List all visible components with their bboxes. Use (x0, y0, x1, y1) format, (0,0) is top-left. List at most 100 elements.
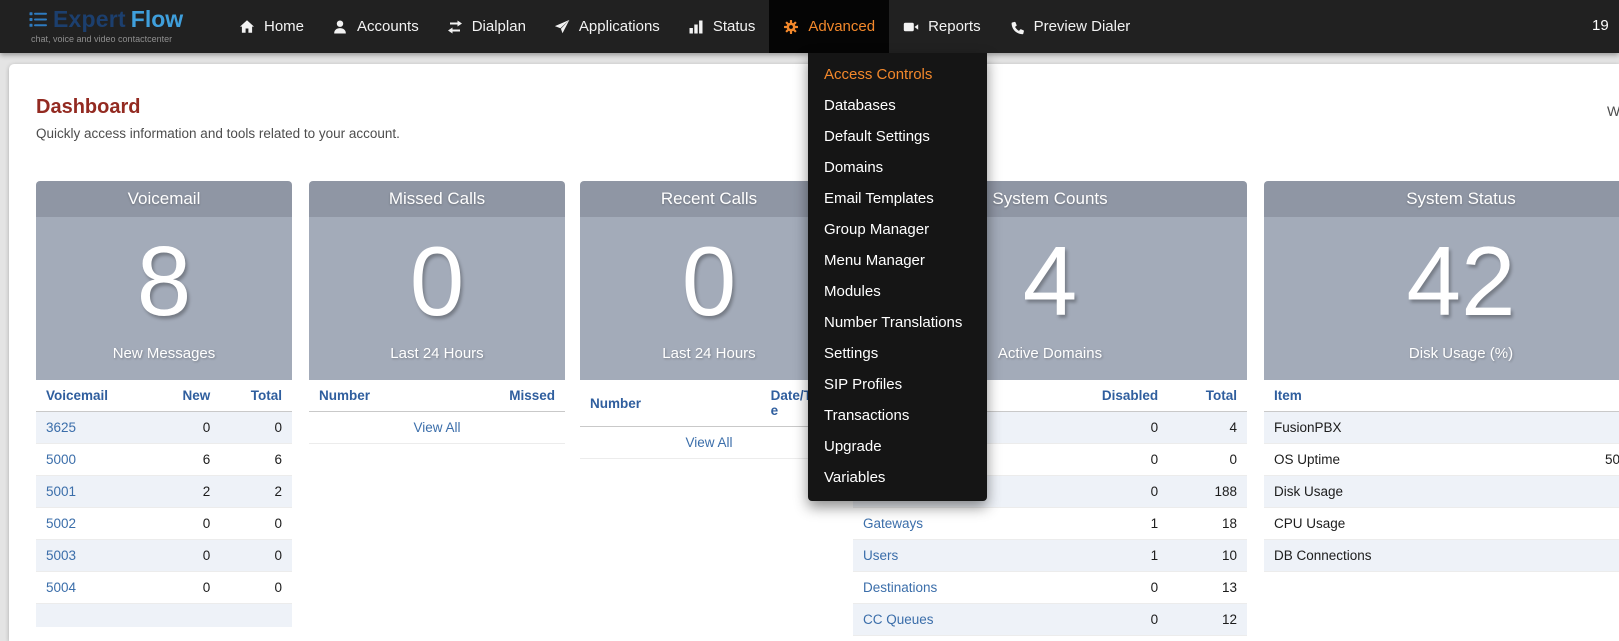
table-row: 500200 (36, 508, 292, 540)
table-row: 3625 00 (36, 412, 292, 444)
table-cell: 5000 (36, 444, 154, 476)
bar-chart-icon (688, 19, 704, 35)
column-header-new[interactable]: New (154, 380, 221, 412)
table-link[interactable]: CC Queues (863, 612, 934, 627)
card-title: Voicemail (36, 181, 292, 217)
app-logo[interactable]: ExpertFlow chat, voice and video contact… (29, 6, 183, 44)
table-row: 500400 (36, 572, 292, 604)
system-status-table: Item FusionPBXOS Uptime50Disk UsageCPU U… (1264, 380, 1619, 572)
table-link[interactable]: Gateways (863, 516, 923, 531)
nav-item-label: Dialplan (472, 18, 526, 35)
nav-item-label: Status (713, 18, 756, 35)
card-body: 0 Last 24 Hours (309, 217, 565, 380)
table-link[interactable]: 5001 (46, 484, 76, 499)
dropdown-item[interactable]: Group Manager (808, 214, 987, 245)
table-row: Destinations013 (853, 572, 1247, 604)
table-link[interactable]: 3625 (46, 420, 76, 435)
nav-item-applications[interactable]: Applications (540, 0, 674, 53)
welcome-text: W (1607, 103, 1619, 119)
column-header-total[interactable]: Total (220, 380, 292, 412)
dropdown-item[interactable]: Upgrade (808, 431, 987, 462)
view-all-row: View All (580, 427, 838, 459)
table-cell: 1 (1050, 508, 1168, 540)
logo-text-primary: Expert (53, 6, 126, 33)
nav-item-home[interactable]: Home (225, 0, 318, 53)
top-navbar: ExpertFlow chat, voice and video contact… (0, 0, 1619, 53)
dropdown-item[interactable]: Domains (808, 152, 987, 183)
card-title: System Status (1264, 181, 1619, 217)
table-cell: 0 (1050, 572, 1168, 604)
table-cell: Destinations (853, 572, 1050, 604)
gear-icon (783, 19, 799, 35)
advanced-dropdown: Access ControlsDatabasesDefault Settings… (808, 53, 987, 501)
dropdown-item[interactable]: SIP Profiles (808, 369, 987, 400)
table-row: OS Uptime50 (1264, 444, 1619, 476)
nav-item-accounts[interactable]: Accounts (318, 0, 433, 53)
view-all-link[interactable]: View All (685, 435, 732, 450)
column-header-item[interactable]: Item (1264, 380, 1595, 412)
recent-calls-card: Recent Calls 0 Last 24 Hours Number Date… (580, 181, 838, 459)
dropdown-item[interactable]: Default Settings (808, 121, 987, 152)
recent-calls-table: Number Date/Time View All (580, 380, 838, 459)
table-link[interactable]: 5003 (46, 548, 76, 563)
table-row: Gateways 118 (853, 508, 1247, 540)
table-cell: 0 (220, 540, 292, 572)
table-link[interactable]: 5002 (46, 516, 76, 531)
card-body: 8 New Messages (36, 217, 292, 380)
table-cell: 5002 (36, 508, 154, 540)
column-header-disabled[interactable]: Disabled (1050, 380, 1168, 412)
dropdown-item[interactable]: Variables (808, 462, 987, 493)
clipped-table-row (36, 604, 292, 627)
table-row: 500066 (36, 444, 292, 476)
card-title: Missed Calls (309, 181, 565, 217)
system-status-count: 42 (1264, 217, 1619, 335)
nav-item-dialplan[interactable]: Dialplan (433, 0, 540, 53)
dropdown-item[interactable]: Access Controls (808, 59, 987, 90)
column-header-total[interactable]: Total (1168, 380, 1247, 412)
nav-item-label: Reports (928, 18, 981, 35)
table-link[interactable]: 5004 (46, 580, 76, 595)
card-body: 42 Disk Usage (%) (1264, 217, 1619, 380)
dropdown-item[interactable]: Transactions (808, 400, 987, 431)
system-status-count-label: Disk Usage (%) (1264, 345, 1619, 362)
nav-item-reports[interactable]: Reports (889, 0, 995, 53)
table-cell: 0 (154, 412, 221, 444)
table-cell: 188 (1168, 476, 1247, 508)
dropdown-item[interactable]: Databases (808, 90, 987, 121)
nav-item-label: Preview Dialer (1034, 18, 1131, 35)
missed-calls-card: Missed Calls 0 Last 24 Hours Number Miss… (309, 181, 565, 444)
table-link[interactable]: Destinations (863, 580, 937, 595)
table-cell: FusionPBX (1264, 412, 1595, 444)
table-row: 500300 (36, 540, 292, 572)
table-header-row: Number Date/Time (580, 380, 838, 427)
nav-item-label: Advanced (808, 18, 875, 35)
table-cell: 0 (220, 508, 292, 540)
dropdown-item[interactable]: Email Templates (808, 183, 987, 214)
table-cell: 18 (1168, 508, 1247, 540)
column-header-voicemail[interactable]: Voicemail (36, 380, 154, 412)
column-header-number[interactable]: Number (580, 380, 761, 427)
nav-item-advanced[interactable]: Advanced (769, 0, 889, 53)
main-nav: Home Accounts Dialplan (225, 0, 1144, 53)
dropdown-item[interactable]: Menu Manager (808, 245, 987, 276)
column-header-number[interactable]: Number (309, 380, 463, 412)
recent-calls-count-label: Last 24 Hours (580, 345, 838, 362)
table-cell: 1 (1050, 540, 1168, 572)
table-header-row: Voicemail New Total (36, 380, 292, 412)
table-cell: 0 (220, 412, 292, 444)
nav-item-label: Applications (579, 18, 660, 35)
dropdown-item[interactable]: Number Translations (808, 307, 987, 338)
table-cell: 0 (154, 572, 221, 604)
nav-item-status[interactable]: Status (674, 0, 770, 53)
table-cell: 0 (1050, 604, 1168, 636)
table-row: FusionPBX (1264, 412, 1619, 444)
table-cell: Disk Usage (1264, 476, 1595, 508)
table-link[interactable]: 5000 (46, 452, 76, 467)
nav-item-preview-dialer[interactable]: Preview Dialer (995, 0, 1145, 53)
page-title: Dashboard (36, 96, 140, 119)
column-header-missed[interactable]: Missed (463, 380, 565, 412)
dropdown-item[interactable]: Modules (808, 276, 987, 307)
dropdown-item[interactable]: Settings (808, 338, 987, 369)
view-all-link[interactable]: View All (413, 420, 460, 435)
table-link[interactable]: Users (863, 548, 898, 563)
